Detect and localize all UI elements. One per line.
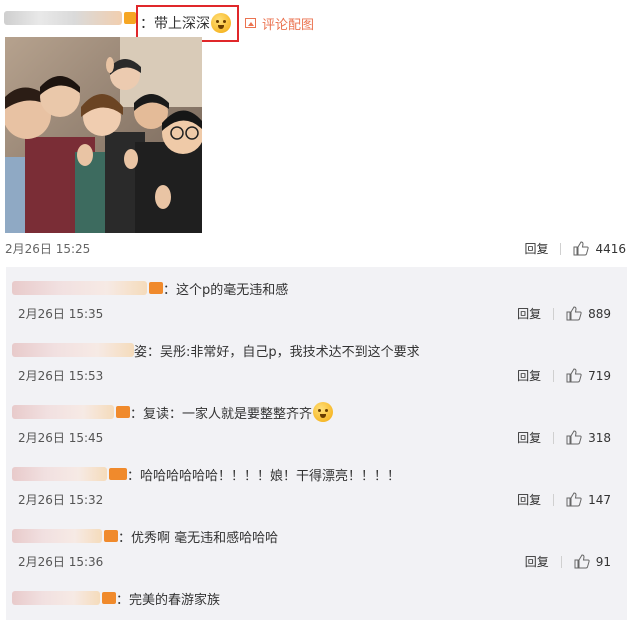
main-comment-timestamp: 2月26日 15:25	[5, 242, 91, 256]
thumbs-up-icon[interactable]	[566, 368, 582, 383]
picture-icon	[245, 18, 256, 28]
reply-header: ：优秀啊 毫无违和感哈哈哈	[12, 527, 279, 546]
username-blurred[interactable]	[12, 529, 102, 543]
vip-badge-icon	[149, 282, 163, 294]
like-count: 91	[595, 554, 611, 569]
username-blurred[interactable]	[12, 281, 147, 295]
comment-picture-link[interactable]: 评论配图	[245, 14, 314, 33]
reply-text: ：这个p的毫无违和感	[163, 282, 289, 298]
vip-badge-icon	[124, 12, 136, 24]
main-comment-actions: 回复 4416	[524, 240, 626, 257]
reply-button[interactable]: 回复	[525, 553, 549, 570]
thumbs-up-icon[interactable]	[574, 554, 590, 569]
reply-actions: 回复 318	[517, 429, 611, 446]
divider	[553, 369, 555, 382]
divider	[553, 307, 555, 320]
reply-item: ：复读：一家人就是要整整齐齐 2月26日 15:45 回复 318	[6, 391, 627, 453]
vip-badge-icon	[109, 468, 127, 480]
divider	[560, 242, 562, 255]
thumbs-up-icon[interactable]	[566, 492, 582, 507]
like-count: 4416	[595, 241, 626, 256]
reply-actions: 回复 147	[517, 491, 611, 508]
main-comment-header: ：带上深深 评论配图	[0, 4, 314, 42]
reply-button[interactable]: 回复	[517, 429, 541, 446]
reply-text: ：哈哈哈哈哈哈！！！！娘！干得漂亮！！！！	[127, 468, 401, 484]
comment-text: ：带上深深	[140, 16, 210, 32]
reply-button[interactable]: 回复	[524, 240, 548, 257]
reply-timestamp: 2月26日 15:45	[18, 431, 104, 445]
reply-timestamp: 2月26日 15:36	[18, 555, 104, 569]
reply-text: ：复读：一家人就是要整整齐齐	[130, 406, 313, 422]
like-count: 889	[588, 306, 611, 321]
reply-timestamp: 2月26日 15:53	[18, 369, 104, 383]
reply-header: 姿：吴彤:非常好，自己p，我技术达不到这个要求	[12, 341, 420, 360]
reply-button[interactable]: 回复	[517, 367, 541, 384]
comment-picture-label: 评论配图	[262, 17, 315, 33]
vip-badge-icon	[104, 530, 118, 542]
reply-header: ：复读：一家人就是要整整齐齐	[12, 402, 334, 422]
main-comment: ：带上深深 评论配图 2月26日 15:25 回复 4416	[0, 0, 641, 262]
like-count: 318	[588, 430, 611, 445]
vip-badge-icon	[116, 406, 130, 418]
username-blurred[interactable]	[12, 591, 100, 605]
reply-header: ：哈哈哈哈哈哈！！！！娘！干得漂亮！！！！	[12, 465, 401, 484]
reply-actions: 回复 719	[517, 367, 611, 384]
like-count: 147	[588, 492, 611, 507]
reply-text: ：优秀啊 毫无违和感哈哈哈	[118, 530, 279, 546]
username-blurred[interactable]	[4, 11, 122, 25]
comment-photo[interactable]	[5, 37, 202, 233]
reply-item: ：这个p的毫无违和感 2月26日 15:35 回复 889	[6, 267, 627, 329]
reply-item: ：哈哈哈哈哈哈！！！！娘！干得漂亮！！！！ 2月26日 15:32 回复 147	[6, 453, 627, 515]
reply-actions: 回复 91	[525, 553, 611, 570]
vip-badge-icon	[102, 592, 116, 604]
emoji-icon	[313, 402, 334, 422]
reply-list: ：这个p的毫无违和感 2月26日 15:35 回复 889 姿：吴彤:非常好，自…	[6, 267, 627, 620]
reply-header: ：完美的春游家族	[12, 589, 221, 608]
username-blurred[interactable]	[12, 405, 114, 419]
divider	[560, 555, 562, 568]
reply-text: 姿：吴彤:非常好，自己p，我技术达不到这个要求	[134, 344, 420, 360]
emoji-icon	[211, 13, 231, 33]
divider	[553, 431, 555, 444]
thumbs-up-icon[interactable]	[566, 306, 582, 321]
reply-button[interactable]: 回复	[517, 305, 541, 322]
reply-timestamp: 2月26日 15:32	[18, 493, 104, 507]
thumbs-up-icon[interactable]	[573, 241, 590, 256]
reply-header: ：这个p的毫无违和感	[12, 279, 289, 298]
reply-button[interactable]: 回复	[517, 491, 541, 508]
reply-timestamp: 2月26日 15:35	[18, 307, 104, 321]
reply-item: ：优秀啊 毫无违和感哈哈哈 2月26日 15:36 回复 91	[6, 515, 627, 577]
reply-actions: 回复 889	[517, 305, 611, 322]
reply-text: ：完美的春游家族	[116, 592, 221, 608]
reply-item: ：完美的春游家族	[6, 577, 627, 620]
reply-item: 姿：吴彤:非常好，自己p，我技术达不到这个要求 2月26日 15:53 回复 7…	[6, 329, 627, 391]
divider	[553, 493, 555, 506]
highlighted-comment-text: ：带上深深	[136, 4, 239, 42]
thumbs-up-icon[interactable]	[566, 430, 582, 445]
username-blurred[interactable]	[12, 467, 107, 481]
like-count: 719	[588, 368, 611, 383]
username-blurred[interactable]	[12, 343, 134, 357]
